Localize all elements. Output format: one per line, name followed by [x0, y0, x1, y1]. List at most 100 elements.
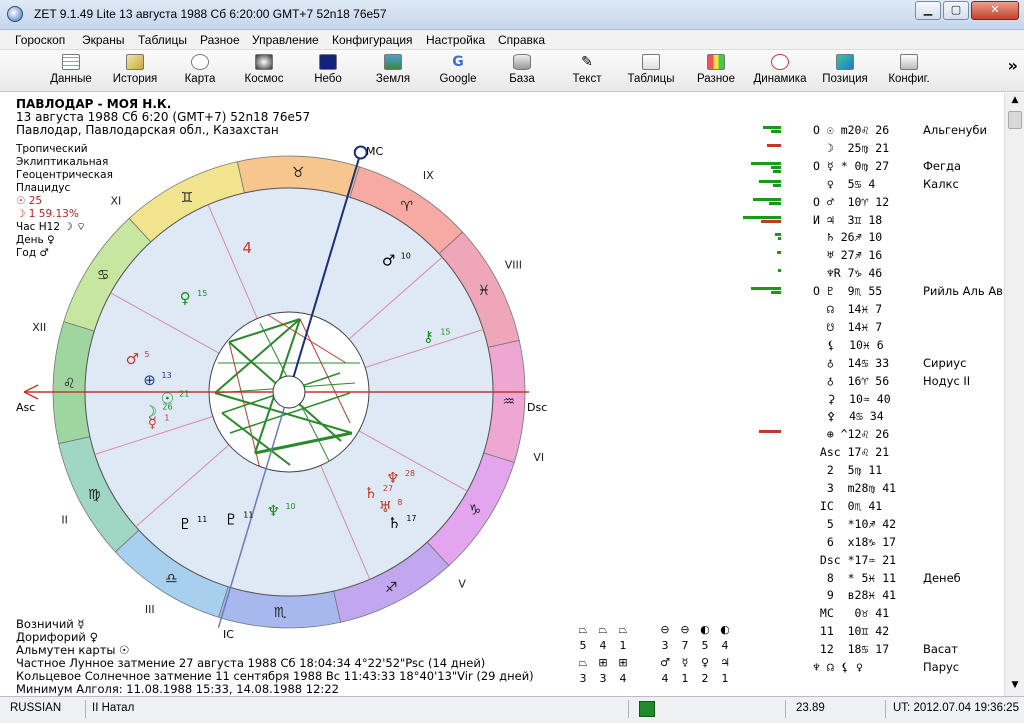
toolbar-text-button[interactable]: ✎ Текст [552, 52, 622, 90]
planet-row[interactable]: O ♂ 10♈ 12 [736, 195, 1001, 213]
toolbar-config-button[interactable]: Конфиг. [874, 52, 944, 90]
toolbar-chart-button[interactable]: Карта [165, 52, 235, 90]
maximize-button[interactable]: ▢ [943, 1, 969, 20]
planet-row[interactable]: O ☉ m20♌ 26 Альгенуби [736, 123, 1001, 141]
scroll-up-icon[interactable]: ▲ [1008, 95, 1022, 109]
planet-row[interactable]: ♆ ☊ ⚸ ♀ Парус [736, 660, 1001, 678]
close-button[interactable]: ✕ [971, 1, 1019, 20]
planet-row[interactable]: ♁ 14♋ 33 Сириус [736, 356, 1001, 374]
planet-row[interactable]: 5 *10♐ 42 [736, 517, 1001, 535]
toolbar-label: Динамика [753, 73, 807, 85]
menu-configuration[interactable]: Конфигурация [332, 33, 413, 47]
planet-row[interactable]: ☽ 25♍ 21 [736, 141, 1001, 159]
planet-row[interactable]: 3 m28♍ 41 [736, 481, 1001, 499]
mutable-icon: ◐ [700, 623, 710, 636]
toolbar-dynamics-button[interactable]: Динамика [745, 52, 815, 90]
toolbar-earth-button[interactable]: Земля [358, 52, 428, 90]
planet-glyph-icon[interactable]: 4 [243, 239, 253, 257]
planet-glyph-icon[interactable]: ♇ [178, 515, 191, 533]
earth-icon [384, 54, 402, 70]
earth-triplicity-icon: ⏢ [578, 623, 588, 636]
planet-position: 12 18♋ 17 [813, 642, 890, 657]
planet-row[interactable]: ♅ 27♐ 16 [736, 248, 1001, 266]
planet-row[interactable]: 9 в28♓ 41 [736, 588, 1001, 606]
planet-row[interactable]: ⚸ 10♓ 6 [736, 338, 1001, 356]
toolbar-history-button[interactable]: История [100, 52, 170, 90]
planet-glyph-icon[interactable]: ♇ [225, 511, 238, 529]
mercury-icon: ☿ [681, 656, 689, 669]
minimize-button[interactable]: ▁ [915, 1, 941, 20]
strength-bars [736, 395, 781, 407]
planet-row[interactable]: IC 0♏ 41 [736, 499, 1001, 517]
planet-degree: 1 [164, 414, 169, 423]
menu-screens[interactable]: Экраны [82, 33, 124, 47]
fixed-star: Парус [923, 660, 960, 674]
planet-glyph-icon[interactable]: ♆ [267, 502, 280, 520]
google-icon: G [452, 54, 464, 70]
planet-glyph-icon[interactable]: ♀ [180, 289, 191, 307]
planet-position: O ♇ 9♏ 55 [813, 284, 883, 299]
planet-row[interactable]: Dsc *17♒ 21 [736, 553, 1001, 571]
planet-row[interactable]: O ☿ * 0♍ 27 Фегда [736, 159, 1001, 177]
menu-horoscope[interactable]: Гороскоп [15, 33, 65, 47]
planet-row[interactable]: ♄ 26♐ 10 [736, 230, 1001, 248]
planet-row[interactable]: 12 18♋ 17 Васат [736, 642, 1001, 660]
menu-misc[interactable]: Разное [200, 33, 240, 47]
toolbar-sky-button[interactable]: Небо [293, 52, 363, 90]
planet-row[interactable]: 6 x18♑ 17 [736, 535, 1001, 553]
toolbar-database-button[interactable]: База [487, 52, 557, 90]
planet-position: 3 m28♍ 41 [813, 481, 897, 495]
planet-row[interactable]: ⚳ 10♒ 40 [736, 392, 1001, 410]
status-utc-time: UT: 2012.07.04 19:36:25 [893, 702, 1019, 714]
planet-glyph-icon[interactable]: ⚷ [423, 327, 434, 345]
misc-icon [707, 54, 725, 70]
planet-position: MC 0♉ 41 [813, 606, 890, 621]
planet-row[interactable]: И ♃ 3♊ 18 [736, 213, 1001, 231]
toolbar-more-button[interactable]: » [1008, 56, 1018, 75]
planet-glyph-icon[interactable]: ♂ [382, 251, 395, 269]
planet-row[interactable]: ⚴ 4♋ 34 [736, 409, 1001, 427]
planet-glyph-icon[interactable]: ☿ [148, 414, 157, 432]
natal-chart-wheel[interactable]: IIIIIVVIVIIIIXXIXII ♈♉♊♋♌♍♎♏♐♑♒♓ ♂ 54♇ 11 ♄… [0, 93, 560, 653]
dsc-label: Dsc [527, 401, 547, 414]
menu-help[interactable]: Справка [498, 33, 545, 47]
planet-glyph-icon[interactable]: ♅ [379, 498, 392, 516]
vertical-scrollbar[interactable]: ▲ ▼ [1004, 93, 1024, 696]
planet-row[interactable]: ♀ 5♋ 4 Калкс [736, 177, 1001, 195]
planet-row[interactable]: ☋ 14♓ 7 [736, 320, 1001, 338]
planet-row[interactable]: O ♇ 9♏ 55 Рийль Аль Авва [736, 284, 1017, 302]
toolbar-position-button[interactable]: Позиция [810, 52, 880, 90]
scroll-thumb[interactable] [1008, 111, 1022, 129]
toolbar-cosmos-button[interactable]: Космос [229, 52, 299, 90]
planet-glyph-icon[interactable]: ⊕ [143, 371, 156, 389]
planet-glyph-icon[interactable]: ♄ [364, 484, 377, 502]
planet-glyph-icon[interactable]: ♂ [126, 350, 139, 368]
planet-glyph-icon[interactable]: ♄ [388, 514, 401, 532]
toolbar-label: Google [439, 73, 477, 85]
planet-row[interactable]: Asc 17♌ 21 [736, 445, 1001, 463]
tables-icon [642, 54, 660, 70]
planet-row[interactable]: 8 * 5♓ 11 Денеб [736, 571, 1001, 589]
planet-row[interactable]: ♁ 16♈ 56 Нодус II [736, 374, 1001, 392]
toolbar-label: Позиция [822, 73, 868, 85]
scroll-down-icon[interactable]: ▼ [1008, 680, 1022, 694]
planet-row[interactable]: ⊕ ^12♌ 26 [736, 427, 1001, 445]
toolbar-data-button[interactable]: Данные [36, 52, 106, 90]
planet-row[interactable]: ☊ 14♓ 7 [736, 302, 1001, 320]
menu-settings[interactable]: Настройка [426, 33, 485, 47]
planet-row[interactable]: MC 0♉ 41 [736, 606, 1001, 624]
planet-row[interactable]: ♆R 7♑ 46 [736, 266, 1001, 284]
toolbar-misc-button[interactable]: Разное [681, 52, 751, 90]
planet-row[interactable]: 11 10♊ 42 [736, 624, 1001, 642]
strength-bars [736, 556, 781, 568]
planet-glyph-icon[interactable]: ♆ [386, 469, 399, 487]
sign-glyph: ♏ [274, 605, 287, 621]
menu-tables[interactable]: Таблицы [138, 33, 187, 47]
toolbar-tables-button[interactable]: Таблицы [616, 52, 686, 90]
menu-control[interactable]: Управление [252, 33, 319, 47]
toolbar-google-button[interactable]: G Google [423, 52, 493, 90]
strength-bars [736, 538, 781, 550]
planet-row[interactable]: 2 5♍ 11 [736, 463, 1001, 481]
element-count: 7 [681, 639, 689, 652]
house-number: VI [533, 451, 544, 464]
